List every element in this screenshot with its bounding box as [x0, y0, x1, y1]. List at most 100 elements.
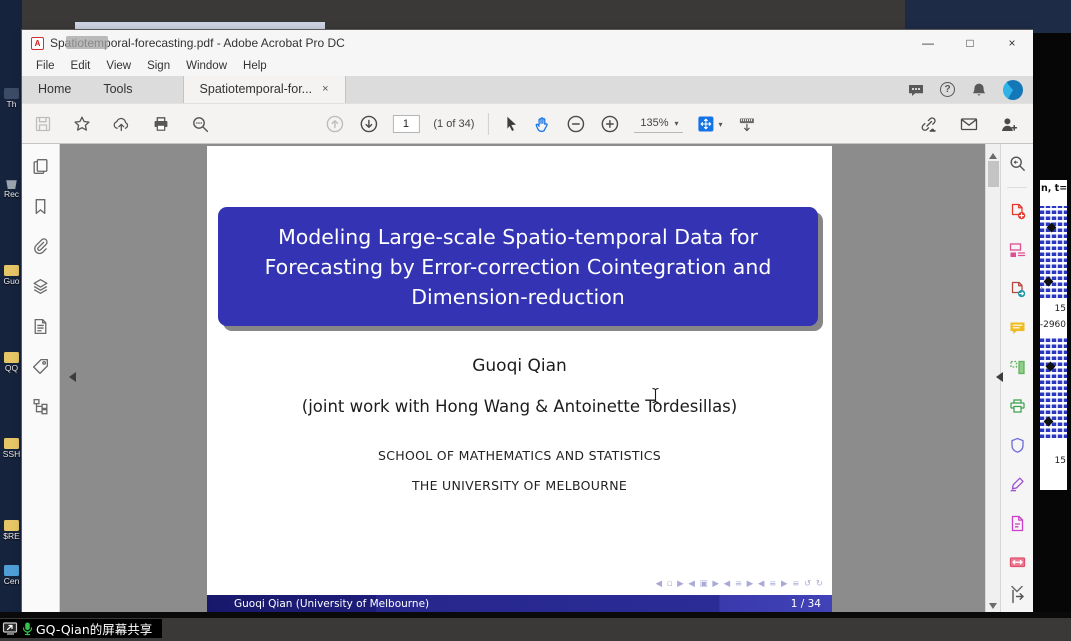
app-icon [4, 88, 19, 99]
scrolling-mode-icon[interactable] [737, 115, 757, 134]
feedback-bubble-icon[interactable] [907, 81, 925, 99]
desktop-icon-app[interactable]: Cen [1, 565, 22, 586]
left-nav-rail [22, 144, 60, 618]
sliver-chevron: › [1040, 283, 1043, 294]
add-user-icon[interactable] [999, 115, 1019, 134]
previous-page-icon[interactable] [324, 114, 344, 134]
desktop-icon-folder[interactable]: QQ [1, 352, 22, 373]
help-icon[interactable]: ? [940, 82, 955, 97]
tab-document[interactable]: Spatiotemporal-for... × [183, 76, 346, 103]
screen-share-icon [2, 621, 19, 636]
prepare-form-icon[interactable] [1008, 514, 1027, 533]
slide-affiliation-university: THE UNIVERSITY OF MELBOURNE [207, 478, 832, 493]
document-area[interactable]: Modeling Large-scale Spatio-temporal Dat… [60, 144, 985, 618]
menu-window[interactable]: Window [178, 60, 235, 72]
desktop-icon-folder[interactable]: SSH [1, 438, 22, 459]
scroll-up-icon[interactable] [989, 149, 997, 159]
plot-band [1040, 206, 1067, 298]
combine-files-icon[interactable] [1008, 241, 1027, 260]
sliver-value: -2960 [1040, 320, 1066, 330]
destinations-page-icon[interactable] [31, 317, 50, 336]
folder-icon [4, 265, 19, 276]
comment-icon[interactable] [1008, 319, 1027, 338]
chevron-down-icon: ▾ [719, 120, 723, 129]
scan-ocr-icon[interactable] [1008, 397, 1027, 416]
search-icon[interactable] [191, 115, 210, 134]
tab-close-icon[interactable]: × [322, 76, 328, 103]
protect-shield-icon[interactable] [1008, 436, 1027, 455]
menu-view[interactable]: View [98, 60, 139, 72]
sliver-value: 15 [1055, 304, 1066, 314]
tab-tools[interactable]: Tools [87, 76, 148, 103]
collapse-right-panel-icon[interactable] [991, 372, 1003, 382]
next-page-icon[interactable] [358, 114, 378, 134]
menu-help[interactable]: Help [235, 60, 275, 72]
scrollbar-thumb[interactable] [988, 161, 999, 187]
sliver-header: n, t=2 [1041, 183, 1067, 194]
print-icon[interactable] [152, 115, 170, 133]
star-favorites-icon[interactable] [73, 115, 91, 133]
desktop-icon[interactable]: Th [1, 88, 22, 109]
desktop-icon-folder[interactable]: Guo [1, 265, 22, 286]
share-label: GQ-Qian的屏幕共享 [36, 619, 152, 638]
menu-file[interactable]: File [28, 60, 63, 72]
background-plot-panel: n, t=2 › 15 -2960 15 [1040, 180, 1067, 490]
save-icon[interactable] [34, 115, 52, 133]
screen-share-view: Th Rec Guo QQ SSH $RE Cen A Spatiotempor… [0, 0, 1071, 641]
microphone-icon [21, 621, 34, 636]
email-icon[interactable] [959, 115, 979, 133]
user-avatar[interactable] [1003, 80, 1023, 100]
close-button[interactable]: × [991, 30, 1033, 56]
toolbar-divider [488, 113, 489, 135]
maximize-button[interactable]: □ [949, 30, 991, 56]
beamer-navigation-symbols: ◀ ▫ ▶ ◀ ▣ ▶ ◀ ≡ ▶ ◀ ≡ ▶ ≡ ↺ ↻ [655, 579, 824, 589]
export-pdf-icon[interactable] [1008, 280, 1027, 299]
create-pdf-icon[interactable] [1008, 202, 1027, 221]
menu-edit[interactable]: Edit [63, 60, 99, 72]
notifications-bell-icon[interactable] [970, 81, 988, 99]
page-number-input[interactable] [392, 115, 419, 133]
folder-icon [4, 520, 19, 531]
optimize-pdf-icon[interactable] [1008, 553, 1027, 572]
annotation-blur-overlay [66, 36, 108, 49]
right-tools-rail [1000, 144, 1033, 618]
tags-icon[interactable] [31, 357, 50, 376]
fit-page-dropdown[interactable]: ▾ [697, 115, 723, 133]
cloud-upload-icon[interactable] [112, 115, 131, 133]
tab-home[interactable]: Home [22, 76, 87, 103]
select-tool-icon[interactable] [503, 115, 519, 133]
bookmarks-icon[interactable] [31, 197, 50, 216]
minimize-button[interactable]: — [907, 30, 949, 56]
collapse-left-panel-icon[interactable] [64, 372, 76, 382]
sliver-value: 15 [1055, 456, 1066, 466]
organize-pages-icon[interactable] [1008, 358, 1027, 377]
zoom-in-icon[interactable] [600, 114, 620, 134]
search-tools-icon[interactable] [1008, 154, 1027, 173]
page-count-label: (1 of 34) [433, 118, 474, 130]
page-thumbnails-icon[interactable] [31, 157, 50, 176]
tab-bar: Home Tools Spatiotemporal-for... × ? [22, 76, 1033, 103]
zoom-level-value: 135% [640, 117, 668, 129]
fill-sign-pen-icon[interactable] [1008, 475, 1027, 494]
attachments-paperclip-icon[interactable] [31, 237, 50, 256]
acrobat-app-icon: A [31, 37, 44, 50]
app-icon [4, 565, 19, 576]
menu-bar: File Edit View Sign Window Help [22, 56, 1033, 76]
chevron-down-icon: ▾ [675, 119, 679, 128]
expand-pane-icon[interactable] [1008, 587, 1027, 606]
desktop-icon-folder[interactable]: $RE [1, 520, 22, 541]
slide-affiliation-school: SCHOOL OF MATHEMATICS AND STATISTICS [207, 448, 832, 463]
zoom-level-dropdown[interactable]: 135% ▾ [634, 115, 682, 133]
slide-title: Modeling Large-scale Spatio-temporal Dat… [246, 222, 790, 312]
menu-sign[interactable]: Sign [139, 60, 178, 72]
zoom-out-icon[interactable] [566, 114, 586, 134]
screen-share-indicator[interactable]: GQ-Qian的屏幕共享 [0, 619, 162, 638]
content-order-icon[interactable] [31, 397, 50, 416]
background-window-sliver: n, t=2 › 15 -2960 15 [1033, 0, 1071, 618]
plot-band [1040, 338, 1067, 438]
layers-icon[interactable] [31, 277, 50, 296]
slide-footer-bar: Guoqi Qian (University of Melbourne) 1 /… [207, 595, 832, 612]
desktop-icon-recycle-bin[interactable]: Rec [1, 178, 22, 199]
hand-tool-icon[interactable] [533, 115, 552, 134]
share-link-icon[interactable] [919, 115, 939, 134]
